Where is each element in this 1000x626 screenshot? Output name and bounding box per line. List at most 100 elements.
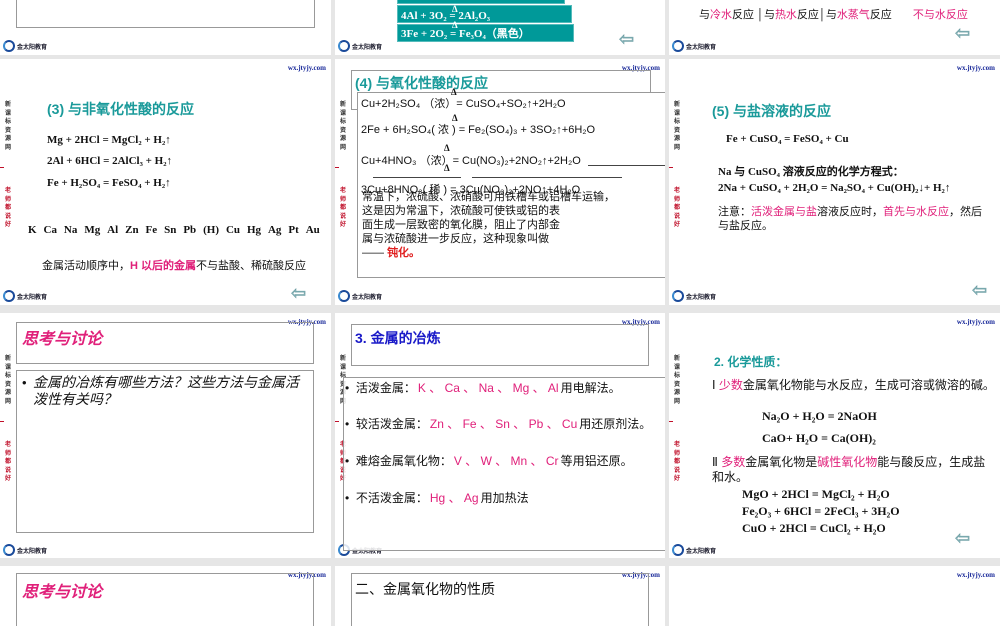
highlight: 碱性氧化物 [817, 455, 878, 469]
equation: MgO + 2HCl = MgCl₂ + H₂O [742, 487, 890, 501]
logo-icon [3, 544, 15, 556]
text: 与 [825, 9, 837, 21]
slide-oxidizing-acid[interactable]: wx.jtyjy.com 新课标资源网 老师都说好 (4) 与氧化性酸的反应 C… [335, 59, 665, 305]
highlight: 活泼金属与盐 [751, 206, 817, 218]
site-url[interactable]: wx.jtyjy.com [957, 571, 995, 579]
water-reaction-row: 与冷水反应 │与热水反应│与水蒸气反应 不与水反应 [699, 9, 968, 21]
equation: 2Al + 6HCl = 2AlCl₃ + H₂↑ [47, 155, 173, 167]
metal-symbol: Pt [288, 224, 299, 236]
slide-chemical-properties[interactable]: wx.jtyjy.com 新课标资源网 老师都说好 2. 化学性质： Ⅰ 少数金… [669, 313, 1000, 558]
logo-icon [672, 40, 684, 52]
note: 注意：活泼金属与盐溶液反应时，首先与水反应，然后与盐反应。 [718, 205, 988, 233]
divider [0, 167, 4, 168]
equation: Cu+2H₂SO₄ （浓）= CuSO₄+SO₂↑+2H₂O [361, 98, 566, 110]
metal-symbol: Sn [164, 224, 177, 236]
slide-metal-smelting[interactable]: wx.jtyjy.com 新课标资源网 老师都说好 金太阳教育 3. 金属的冶炼… [335, 313, 665, 558]
text: 不与水反应 [912, 9, 968, 21]
equation-box: 4Al + 3O₂ = 2Al₂O₃ Δ [397, 4, 572, 23]
slide-title: (5) 与盐溶液的反应 [712, 103, 831, 119]
divider [335, 421, 339, 422]
divider [335, 167, 339, 168]
logo-text: 金太阳教育 [352, 44, 383, 51]
highlight: H 以后的金属 [130, 260, 196, 272]
text: 与 [699, 9, 710, 21]
text: 反应 [869, 9, 892, 21]
text: 反应 [732, 9, 754, 21]
text: 金属氧化物能与水反应，生成可溶或微溶的碱。 [742, 378, 995, 392]
back-arrow-icon[interactable]: ⇦ [955, 529, 971, 548]
text: 溶液反应时， [817, 206, 883, 218]
text: 金属氧化物是 [745, 455, 818, 469]
back-arrow-icon[interactable]: ⇦ [972, 281, 988, 300]
text-line: 这是因为常温下，浓硫酸可使铁或铝的表 [362, 205, 560, 217]
site-url[interactable]: wx.jtyjy.com [957, 64, 995, 72]
roman-numeral: Ⅱ [712, 455, 722, 469]
equation: 2Fe + 6H₂SO₄( 浓 ) = Fe₂(SO₄)₃ + 3SO₂↑+6H… [361, 124, 596, 136]
slide-salt-solution[interactable]: wx.jtyjy.com 新课标资源网 老师都说好 (5) 与盐溶液的反应 Fe… [669, 59, 1000, 305]
bullet-text: 金属的冶炼有哪些方法？这些方法与金属活泼性有关吗？ [33, 374, 299, 407]
category: 活泼金属： [355, 381, 416, 395]
metals: K 、 Ca 、 Na 、 Mg 、 Al [417, 381, 559, 395]
logo-text: 金太阳教育 [686, 548, 717, 555]
slide-think-discuss-2[interactable]: wx.jtyjy.com 思考与讨论 [0, 566, 331, 626]
highlight: 钝化。 [387, 247, 421, 259]
slide-partial-blank[interactable]: wx.jtyjy.com [669, 566, 1000, 626]
slide-nonoxidizing-acid[interactable]: wx.jtyjy.com 新课标资源网 老师都说好 (3) 与非氧化性酸的反应 … [0, 59, 331, 305]
text: 反应 [796, 9, 819, 21]
text-line: 面生成一层致密的氧化膜，阻止了内部金 [362, 219, 560, 231]
logo: 金太阳教育 [338, 290, 382, 302]
delta-mark: Δ [444, 143, 450, 153]
method: 等用铝还原。 [560, 454, 633, 468]
bullet-icon: • [345, 454, 356, 468]
metal-symbol: Mg [84, 224, 101, 236]
equation-box [397, 0, 565, 4]
divider [669, 167, 673, 168]
equation: Fe₂O₃ + 6HCl = 2FeCl₃ + 3H₂O [742, 504, 900, 518]
category: 不活泼金属： [355, 491, 428, 505]
metal-symbol: Zn [125, 224, 139, 236]
smelting-item: • 不活泼金属： Hg 、 Ag 用加热法 [345, 489, 529, 506]
back-arrow-icon[interactable]: ⇦ [619, 30, 635, 49]
metal-symbol: Al [107, 224, 119, 236]
metal-symbol: Ca [43, 224, 57, 236]
category: 较活泼金属： [355, 417, 428, 431]
method: 用加热法 [480, 491, 529, 505]
text-line: 常温下，浓硫酸、浓硝酸可用铁槽车或铝槽车运输， [362, 191, 615, 203]
logo-text: 金太阳教育 [352, 294, 383, 301]
equation: CaO+ H₂O = Ca(OH)₂ [762, 431, 876, 445]
equation: Fe + CuSO₄ = FeSO₄ + Cu [726, 133, 849, 145]
side-label: 老师都说好 [339, 188, 346, 228]
slide-title: (4) 与氧化性酸的反应 [355, 75, 488, 91]
site-url[interactable]: wx.jtyjy.com [957, 318, 995, 326]
method: 用还原剂法。 [579, 417, 652, 431]
logo: 金太阳教育 [672, 290, 716, 302]
slide-think-discuss[interactable]: wx.jtyjy.com 新课标资源网 老师都说好 思考与讨论 • 金属的冶炼有… [0, 313, 331, 558]
activity-series: K Ca Na Mg Al Zn Fe Sn Pb (H) Cu Hg Ag Pt Au [28, 224, 320, 236]
metal-symbol: Ag [267, 224, 282, 236]
metals: Zn 、 Fe 、 Sn 、 Pb 、 Cu [429, 417, 578, 431]
method: 用电解法。 [560, 381, 621, 395]
slide-metal-oxides[interactable]: wx.jtyjy.com 二、金属氧化物的性质 [335, 566, 665, 626]
text: 金属活动顺序中， [42, 260, 130, 272]
logo-text: 金太阳教育 [17, 44, 48, 51]
back-arrow-icon[interactable]: ⇦ [955, 24, 971, 43]
slide-partial-3[interactable]: 与冷水反应 │与热水反应│与水蒸气反应 不与水反应 金太阳教育 ⇦ [669, 0, 1000, 55]
slide-title: (3) 与非氧化性酸的反应 [47, 101, 194, 117]
logo: 金太阳教育 [672, 40, 716, 52]
slide-partial-1[interactable]: 金太阳教育 [0, 0, 331, 55]
underline [472, 177, 622, 178]
highlight: 多数 [721, 455, 746, 469]
note: 金属活动顺序中，H 以后的金属不与盐酸、稀硫酸反应 [42, 257, 306, 273]
delta-mark: Δ [452, 113, 458, 123]
content-box [16, 0, 315, 28]
equation: Fe + H₂SO₄ = FeSO₄ + H₂↑ [47, 177, 171, 189]
side-label: 新课标资源网 [4, 102, 11, 151]
logo-icon [672, 544, 684, 556]
equation: CuO + 2HCl = CuCl₂ + H₂O [742, 521, 886, 535]
site-url[interactable]: wx.jtyjy.com [288, 64, 326, 72]
metal-symbol: (H) [203, 224, 219, 236]
back-arrow-icon[interactable]: ⇦ [291, 284, 307, 303]
metal-symbol: K [28, 224, 37, 236]
side-label: 老师都说好 [673, 442, 680, 482]
slide-title: 思考与讨论 [22, 331, 103, 348]
